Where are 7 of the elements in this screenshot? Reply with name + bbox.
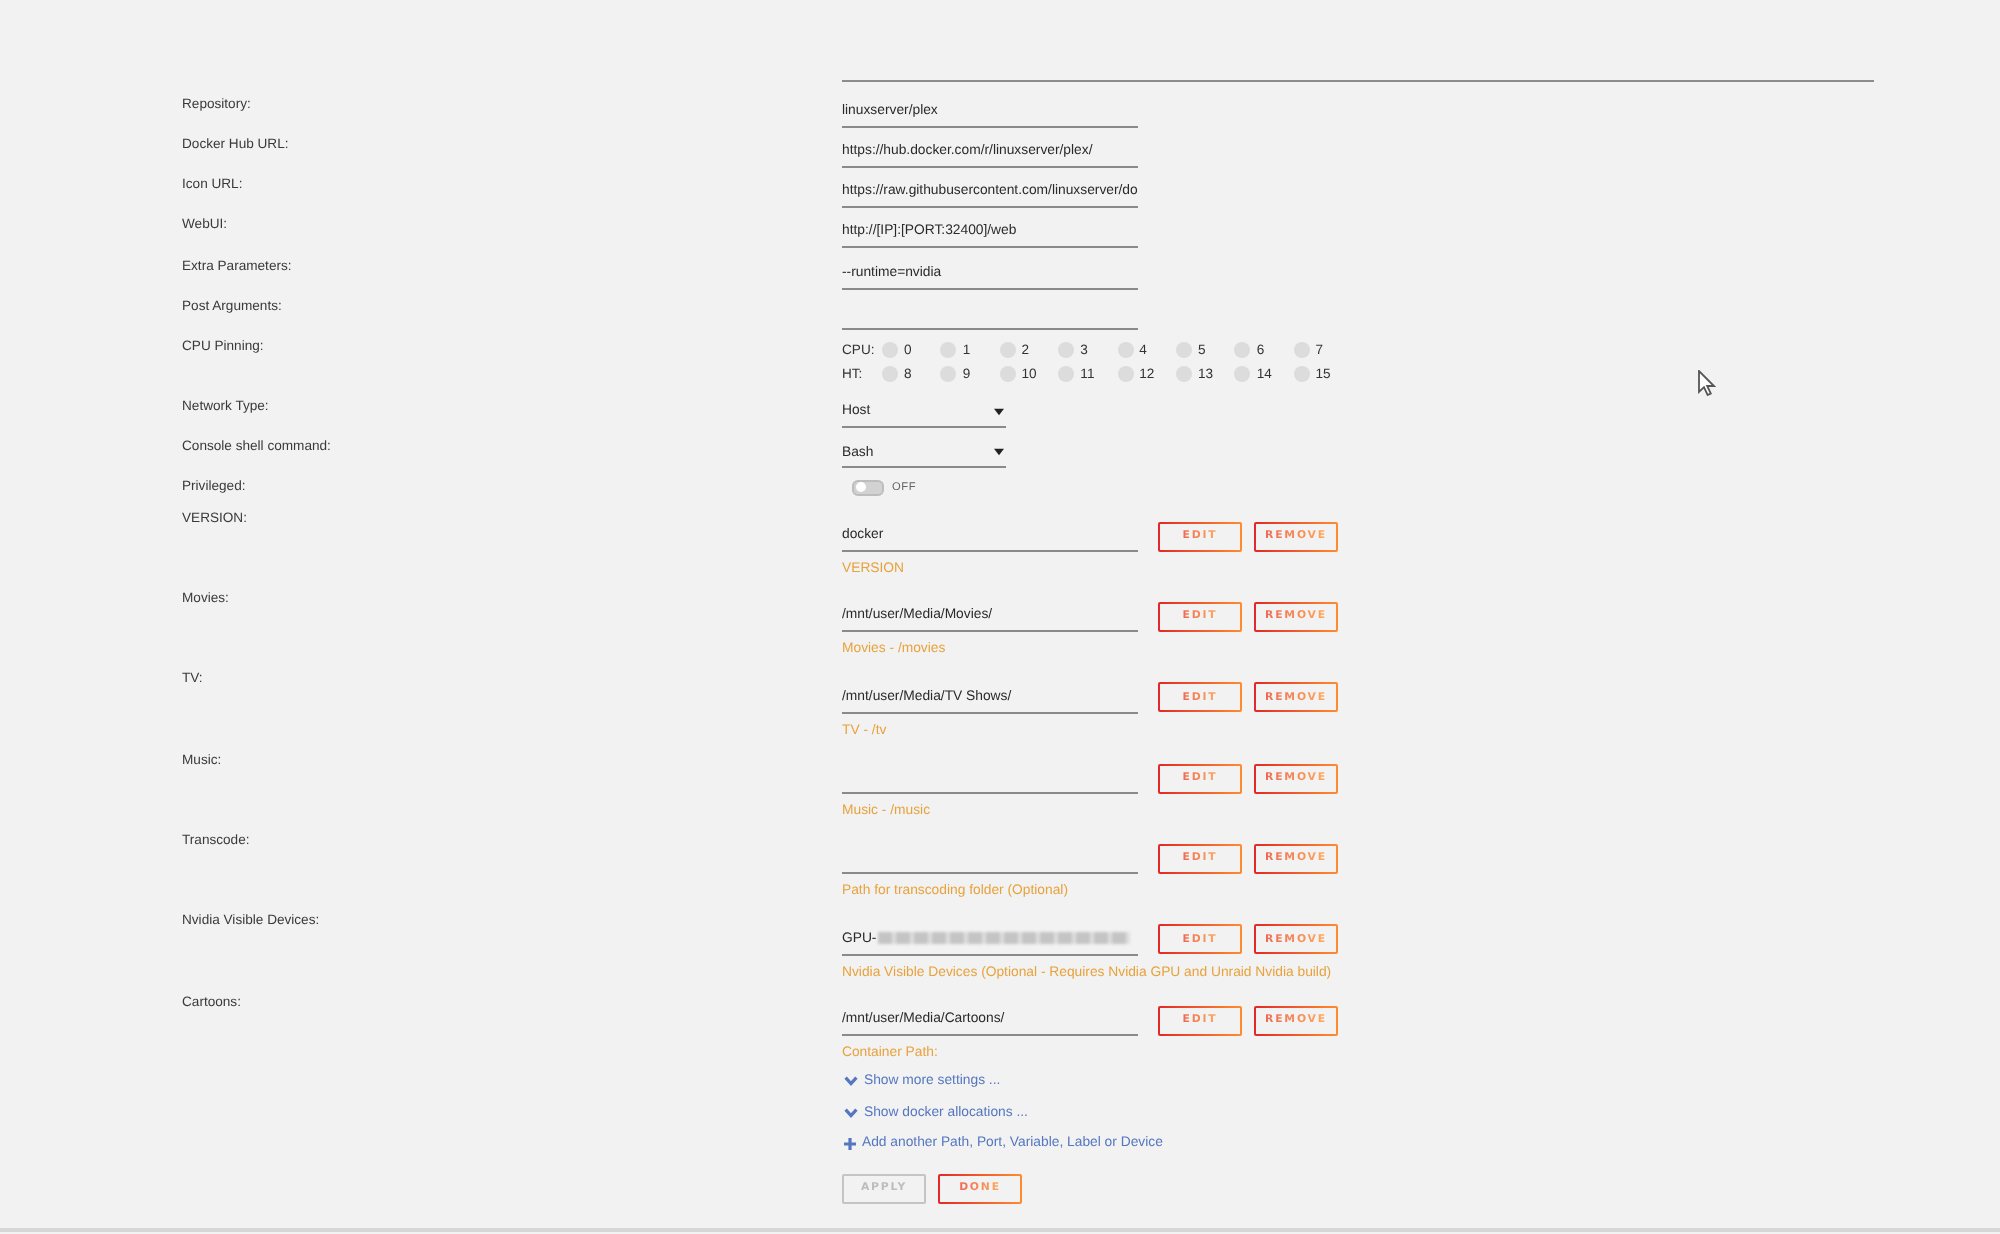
chevron-down-icon xyxy=(844,1076,858,1087)
plus-icon xyxy=(844,1137,856,1150)
chevron-down-icon xyxy=(844,1107,858,1118)
mouse-pointer-icon xyxy=(1698,370,1716,396)
caret-icon xyxy=(994,407,1004,416)
toggle-switch[interactable] xyxy=(852,479,884,496)
caret-icon xyxy=(994,448,1004,457)
